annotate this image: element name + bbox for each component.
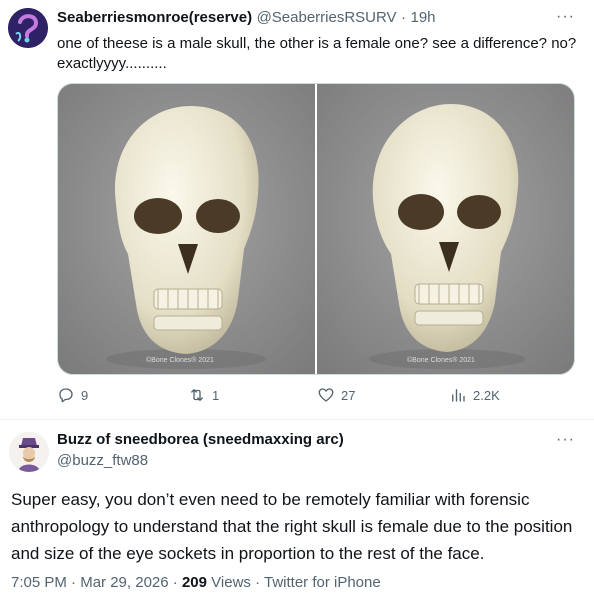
photo-right[interactable]: ©Bone Clones® 2021 <box>317 84 574 374</box>
like-button[interactable]: 27 <box>317 386 355 404</box>
tweet-text: one of theese is a male skull, the other… <box>57 35 577 72</box>
more-icon[interactable]: ··· <box>556 8 575 26</box>
display-name[interactable]: Buzz of sneedborea (sneedmaxxing arc) <box>57 431 344 448</box>
handle[interactable]: @buzz_ftw88 <box>57 452 148 469</box>
tweet-1[interactable]: Seaberriesmonroe(reserve) @SeaberriesRSU… <box>0 0 594 420</box>
like-count: 27 <box>341 387 356 403</box>
skull-image <box>58 84 315 374</box>
more-icon[interactable]: ··· <box>556 431 575 449</box>
tweet-text: Super easy, you don’t even need to be re… <box>11 490 573 563</box>
tweet-date[interactable]: Mar 29, 2026 <box>80 574 168 591</box>
separator: · <box>401 9 407 26</box>
divider <box>0 419 594 420</box>
timestamp[interactable]: 19h <box>410 9 435 26</box>
avatar-art-icon <box>8 8 48 48</box>
client-name[interactable]: Twitter for iPhone <box>264 574 381 591</box>
tweet-media[interactable]: ©Bone Clones® 2021 ©Bone Clones® 2021 <box>57 83 575 375</box>
reply-button[interactable]: 9 <box>57 386 88 404</box>
repost-button[interactable]: 1 <box>188 386 219 404</box>
photo-watermark: ©Bone Clones® 2021 <box>146 357 214 364</box>
display-name[interactable]: Seaberriesmonroe(reserve) <box>57 9 252 26</box>
reply-icon <box>59 388 73 403</box>
skull-image <box>317 84 574 374</box>
tweet-actions: 9 1 27 2.2K <box>57 386 527 408</box>
views-count: 209 <box>181 574 207 591</box>
separator: · <box>172 574 178 591</box>
avatar[interactable] <box>8 8 48 48</box>
repost-icon <box>191 389 203 401</box>
avatar[interactable] <box>9 432 49 472</box>
avatar-art-icon <box>9 432 49 472</box>
views-count: 2.2K <box>473 387 500 403</box>
tweet-time[interactable]: 7:05 PM <box>11 574 67 591</box>
separator: · <box>255 574 261 591</box>
handle[interactable]: @SeaberriesRSURV <box>257 9 397 26</box>
photo-left[interactable]: ©Bone Clones® 2021 <box>58 84 315 374</box>
reply-count: 9 <box>81 387 89 403</box>
separator: · <box>71 574 77 591</box>
views-label: Views <box>211 574 251 591</box>
views-icon <box>452 389 465 402</box>
repost-count: 1 <box>212 387 220 403</box>
photo-watermark: ©Bone Clones® 2021 <box>407 357 475 364</box>
tweet-footer: 7:05 PM · Mar 29, 2026 · 209 Views · Twi… <box>11 574 381 591</box>
views-button[interactable]: 2.2K <box>449 386 500 404</box>
tweet-header: Seaberriesmonroe(reserve) @SeaberriesRSU… <box>57 9 436 27</box>
like-icon <box>318 388 334 402</box>
